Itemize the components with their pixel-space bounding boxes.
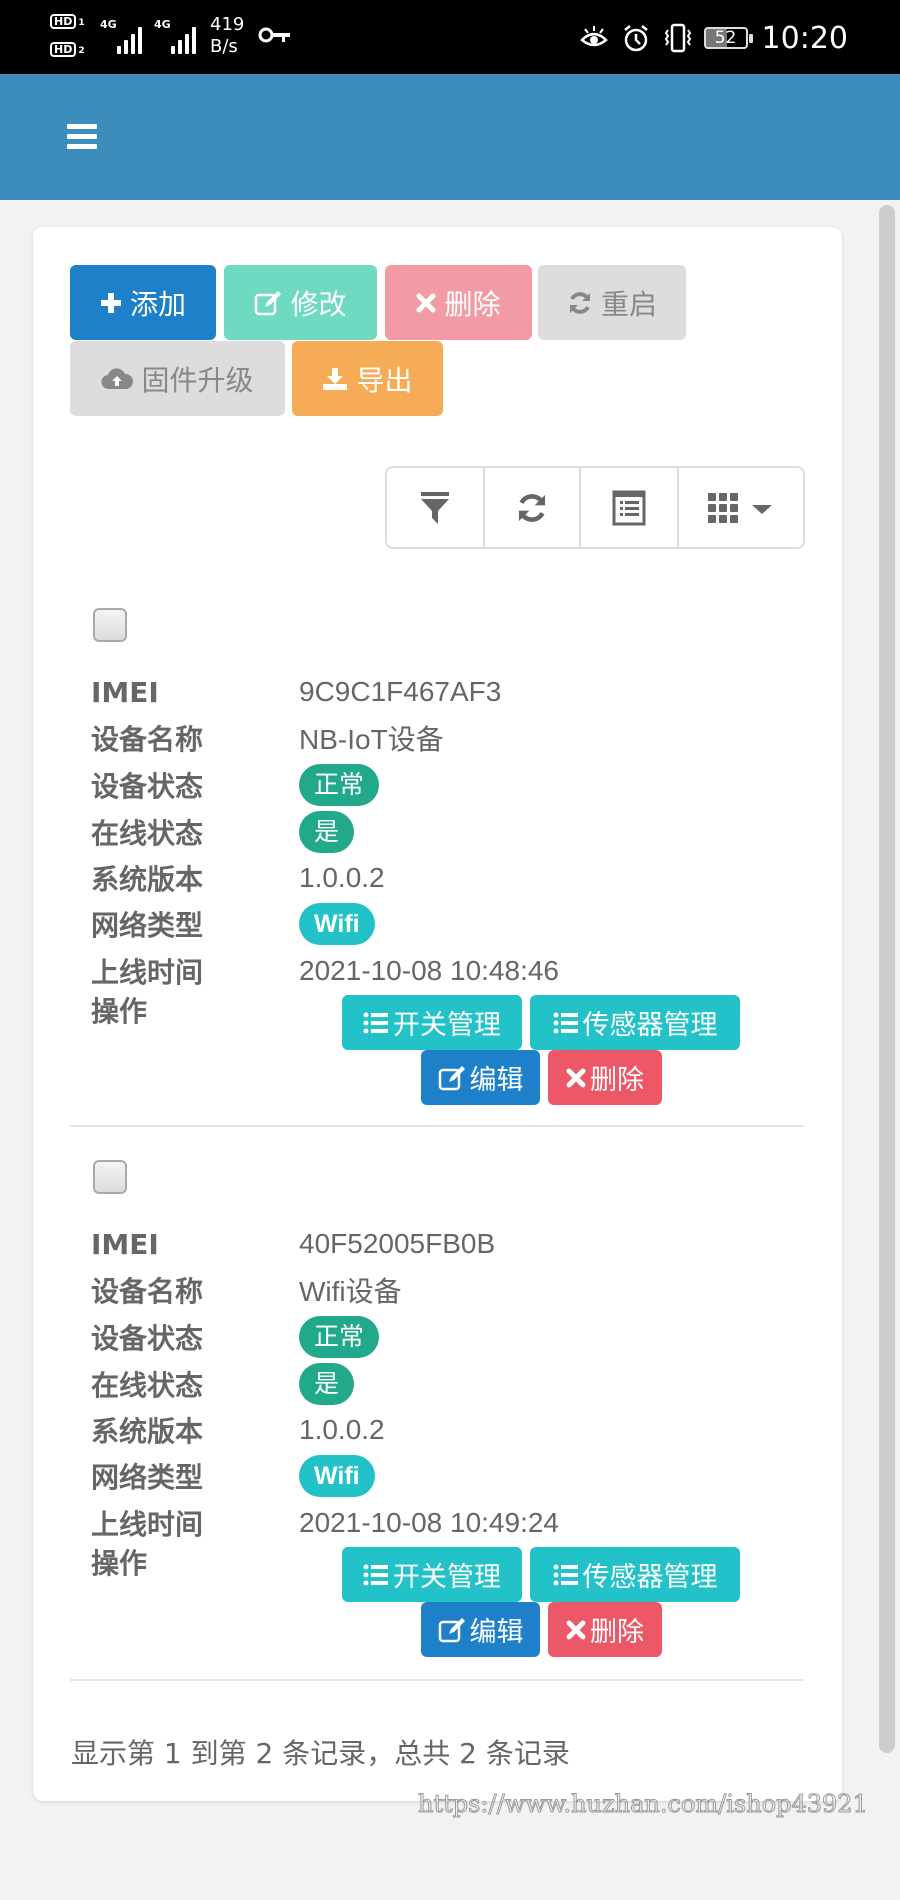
field-online-status: 在线状态 是 xyxy=(91,1361,355,1407)
edit-icon xyxy=(438,1617,465,1642)
sim2-hd-indicator: HD 2 xyxy=(50,42,85,57)
list-icon xyxy=(553,1564,578,1585)
signal-strength-icon: 4G xyxy=(154,18,202,54)
imei-value: 9C9C1F467AF3 xyxy=(299,676,502,707)
version-value: 1.0.0.2 xyxy=(299,862,385,893)
network-type-badge: Wifi xyxy=(299,1455,375,1497)
pagination-summary: 显示第 1 到第 2 条记录，总共 2 条记录 xyxy=(71,1737,570,1770)
filter-icon xyxy=(421,491,449,524)
field-device-status: 设备状态 正常 xyxy=(91,1314,380,1360)
device-list-card: 添加 修改 删除 重启 固件升级 导出 IMEI 9C9C1F467AF3 设备… xyxy=(33,227,842,1801)
field-network-type: 网络类型 Wifi xyxy=(91,1453,375,1499)
row-edit-button[interactable]: 编辑 xyxy=(421,1050,540,1105)
device-status-badge: 正常 xyxy=(299,1316,380,1358)
device-status-badge: 正常 xyxy=(299,764,380,806)
hamburger-icon[interactable] xyxy=(67,124,97,150)
row-divider xyxy=(70,1679,804,1681)
row-checkbox[interactable] xyxy=(93,608,127,642)
columns-dropdown-button[interactable] xyxy=(679,468,803,547)
sensor-management-button[interactable]: 传感器管理 xyxy=(530,995,740,1050)
field-imei: IMEI 9C9C1F467AF3 xyxy=(91,675,502,709)
sim1-hd-indicator: HD 1 xyxy=(50,14,85,29)
scrollbar-thumb[interactable] xyxy=(879,205,895,1753)
filter-button[interactable] xyxy=(387,468,485,547)
switch-management-button[interactable]: 开关管理 xyxy=(342,1547,522,1602)
edit-icon xyxy=(255,290,282,315)
list-icon xyxy=(363,1012,388,1033)
alarm-icon xyxy=(623,25,648,52)
field-imei: IMEI 40F52005FB0B xyxy=(91,1227,496,1261)
battery-icon: 52 xyxy=(703,27,753,49)
field-version: 系统版本 1.0.0.2 xyxy=(91,862,385,896)
row-edit-button[interactable]: 编辑 xyxy=(421,1602,540,1657)
add-button[interactable]: 添加 xyxy=(70,265,216,340)
vpn-key-icon xyxy=(258,27,290,43)
field-online-status: 在线状态 是 xyxy=(91,809,355,855)
toggle-view-button[interactable] xyxy=(581,468,679,547)
field-device-name: 设备名称 NB-IoT设备 xyxy=(91,715,444,761)
device-name-value: NB-IoT设备 xyxy=(299,724,444,755)
signal-strength-icon: 4G xyxy=(100,18,148,54)
refresh-icon xyxy=(518,493,546,522)
row-checkbox[interactable] xyxy=(93,1160,127,1194)
field-operations: 操作 xyxy=(91,1547,148,1580)
firmware-upgrade-button[interactable]: 固件升级 xyxy=(70,341,285,416)
delete-button[interactable]: 删除 xyxy=(385,265,532,340)
plus-icon xyxy=(100,292,121,313)
field-device-status: 设备状态 正常 xyxy=(91,762,380,808)
refresh-button[interactable] xyxy=(485,468,581,547)
network-speed: 419 B/s xyxy=(210,14,245,57)
download-icon xyxy=(323,367,348,390)
version-value: 1.0.0.2 xyxy=(299,1414,385,1445)
edit-button[interactable]: 修改 xyxy=(224,265,377,340)
row-divider xyxy=(70,1125,804,1127)
close-icon xyxy=(566,1068,586,1087)
edit-icon xyxy=(438,1065,465,1090)
network-type-badge: Wifi xyxy=(299,903,375,945)
imei-value: 40F52005FB0B xyxy=(299,1228,496,1259)
switch-management-button[interactable]: 开关管理 xyxy=(342,995,522,1050)
refresh-icon xyxy=(569,291,590,314)
sensor-management-button[interactable]: 传感器管理 xyxy=(530,1547,740,1602)
field-device-name: 设备名称 Wifi设备 xyxy=(91,1267,402,1313)
list-view-icon xyxy=(612,490,646,525)
online-time-value: 2021-10-08 10:49:24 xyxy=(299,1507,559,1538)
device-name-value: Wifi设备 xyxy=(299,1276,402,1307)
row-delete-button[interactable]: 删除 xyxy=(548,1602,662,1657)
columns-grid-icon xyxy=(708,492,772,523)
status-bar: HD 1 HD 2 4G 4G 419 B/s 52 10:20 xyxy=(0,0,900,74)
online-time-value: 2021-10-08 10:48:46 xyxy=(299,955,559,986)
cloud-upload-icon xyxy=(101,367,134,389)
online-status-badge: 是 xyxy=(299,1363,355,1405)
status-icons: 52 10:20 xyxy=(578,18,848,58)
field-operations: 操作 xyxy=(91,995,148,1028)
close-icon xyxy=(416,293,436,312)
field-version: 系统版本 1.0.0.2 xyxy=(91,1414,385,1448)
field-network-type: 网络类型 Wifi xyxy=(91,901,375,947)
vibrate-icon xyxy=(664,23,691,53)
list-icon xyxy=(553,1012,578,1033)
row-delete-button[interactable]: 删除 xyxy=(548,1050,662,1105)
top-navbar xyxy=(0,74,900,200)
eye-comfort-icon xyxy=(579,26,608,47)
list-icon xyxy=(363,1564,388,1585)
online-status-badge: 是 xyxy=(299,811,355,853)
export-button[interactable]: 导出 xyxy=(292,341,443,416)
watermark: https://www.huzhan.com/ishop43921 xyxy=(418,1790,869,1819)
restart-button[interactable]: 重启 xyxy=(538,265,686,340)
clock: 10:20 xyxy=(761,20,848,56)
close-icon xyxy=(566,1620,586,1639)
table-toolbar xyxy=(385,466,805,549)
